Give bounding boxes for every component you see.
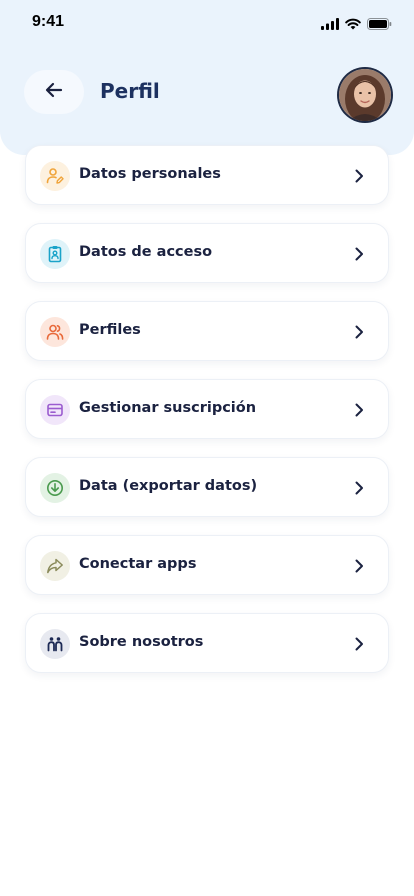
menu-item-label: Gestionar suscripción: [79, 400, 257, 416]
battery-icon: [367, 15, 392, 34]
menu-item-label: Datos personales: [79, 166, 221, 182]
page-title: Perfil: [100, 79, 160, 103]
share-arrow-icon: [40, 551, 70, 581]
menu-item-label: Perfiles: [79, 322, 141, 338]
back-button[interactable]: [24, 70, 84, 114]
menu-item-exportar-datos[interactable]: Data (exportar datos): [25, 457, 389, 517]
settings-menu: Datos personales Datos de acceso Perfile…: [25, 145, 389, 691]
users-icon: [40, 317, 70, 347]
status-time: 9:41: [32, 13, 65, 30]
download-circle-icon: [40, 473, 70, 503]
chevron-right-icon: [355, 637, 363, 651]
avatar[interactable]: [339, 69, 391, 121]
menu-item-gestionar-suscripcion[interactable]: Gestionar suscripción: [25, 379, 389, 439]
menu-item-conectar-apps[interactable]: Conectar apps: [25, 535, 389, 595]
wifi-icon: [345, 15, 361, 34]
menu-item-label: Data (exportar datos): [79, 478, 258, 494]
chevron-right-icon: [355, 403, 363, 417]
clipboard-user-icon: [40, 239, 70, 269]
arrow-left-icon: [44, 80, 64, 104]
menu-item-datos-personales[interactable]: Datos personales: [25, 145, 389, 205]
chevron-right-icon: [355, 559, 363, 573]
menu-item-label: Conectar apps: [79, 556, 197, 572]
user-edit-icon: [40, 161, 70, 191]
chevron-right-icon: [355, 481, 363, 495]
signal-icon: [321, 15, 339, 34]
menu-item-perfiles[interactable]: Perfiles: [25, 301, 389, 361]
chevron-right-icon: [355, 247, 363, 261]
menu-item-label: Sobre nosotros: [79, 634, 204, 650]
status-icons: [321, 15, 392, 34]
chevron-right-icon: [355, 325, 363, 339]
chevron-right-icon: [355, 169, 363, 183]
menu-item-sobre-nosotros[interactable]: Sobre nosotros: [25, 613, 389, 673]
team-icon: [40, 629, 70, 659]
status-bar: 9:41: [0, 0, 414, 44]
menu-item-label: Datos de acceso: [79, 244, 213, 260]
wallet-icon: [40, 395, 70, 425]
menu-item-datos-de-acceso[interactable]: Datos de acceso: [25, 223, 389, 283]
